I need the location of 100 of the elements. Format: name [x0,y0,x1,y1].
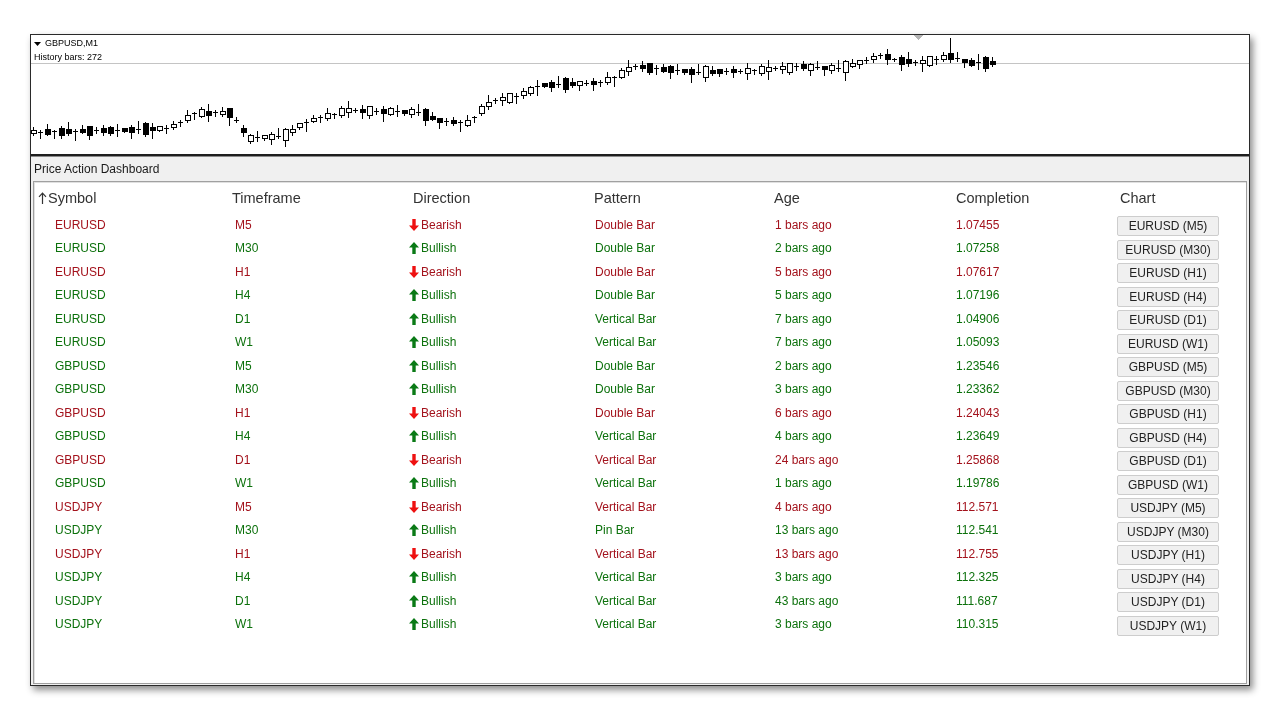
pattern-text: Vertical Bar [595,452,657,467]
symbol-text: USDJPY [55,499,103,514]
age-text: 3 bars ago [775,617,832,632]
completion-price: 1.19786 [956,476,1000,491]
completion-price: 1.23649 [956,429,1000,444]
timeframe-text: W1 [235,617,253,632]
completion-price: 1.23362 [956,382,1000,397]
pattern-text: Double Bar [595,358,656,373]
direction-text: Bearish [421,546,462,561]
pattern-text: Double Bar [595,264,656,279]
timeframe-text: H4 [235,429,251,444]
pattern-text: Pin Bar [595,523,635,538]
pattern-text: Vertical Bar [595,617,657,632]
chart-button[interactable]: GBPUSD (H1) [1117,404,1219,425]
completion-price: 1.23546 [956,358,1000,373]
age-text: 3 bars ago [775,570,832,585]
completion-price: 1.25868 [956,452,1000,467]
symbol-text: USDJPY [55,523,103,538]
timeframe-text: H4 [235,570,251,585]
chart-button[interactable]: GBPUSD (D1) [1117,451,1219,472]
symbol-text: EURUSD [55,264,106,279]
direction-text: Bullish [421,593,457,608]
age-text: 4 bars ago [775,429,832,444]
symbol-text: GBPUSD [55,405,106,420]
timeframe-text: W1 [235,335,253,350]
chart-button[interactable]: GBPUSD (W1) [1117,474,1219,495]
column-header[interactable]: Symbol [38,189,97,206]
chart-button[interactable]: USDJPY (H1) [1117,545,1219,566]
pattern-text: Double Bar [595,405,656,420]
age-text: 2 bars ago [775,358,832,373]
symbol-text: GBPUSD [55,429,106,444]
chart-button[interactable]: USDJPY (H4) [1117,568,1219,589]
chart-button[interactable]: USDJPY (M5) [1117,498,1219,519]
age-text: 43 bars ago [775,593,839,608]
direction-text: Bearish [421,405,462,420]
chart-button[interactable]: EURUSD (D1) [1117,310,1219,331]
column-header[interactable]: Completion [956,189,1030,206]
arrow-down-icon [409,265,419,278]
arrow-up-icon [409,312,419,325]
chart-button[interactable]: EURUSD (M5) [1117,216,1219,237]
timeframe-text: D1 [235,593,251,608]
symbol-text: USDJPY [55,546,103,561]
timeframe-text: W1 [235,476,253,491]
direction-text: Bullish [421,241,457,256]
age-text: 2 bars ago [775,241,832,256]
direction-text: Bullish [421,617,457,632]
arrow-up-icon [409,430,419,443]
direction-text: Bullish [421,382,457,397]
chart-button[interactable]: USDJPY (D1) [1117,592,1219,613]
column-header[interactable]: Age [774,189,800,206]
pattern-text: Vertical Bar [595,593,657,608]
column-header[interactable]: Direction [413,189,471,206]
completion-price: 1.05093 [956,335,1000,350]
symbol-text: EURUSD [55,311,106,326]
completion-price: 1.07455 [956,217,1000,232]
arrow-down-icon [409,218,419,231]
chart-button[interactable]: GBPUSD (M30) [1117,380,1219,401]
symbol-text: GBPUSD [55,452,106,467]
chart-button[interactable]: EURUSD (H4) [1117,286,1219,307]
symbol-text: USDJPY [55,593,103,608]
age-text: 13 bars ago [775,546,839,561]
column-header[interactable]: Chart [1120,189,1156,206]
column-header[interactable]: Timeframe [232,189,301,206]
arrow-up-icon [409,359,419,372]
arrow-down-icon [409,406,419,419]
chart-button[interactable]: EURUSD (W1) [1117,333,1219,354]
symbol-text: EURUSD [55,335,106,350]
arrow-down-icon [409,453,419,466]
timeframe-text: M30 [235,382,259,397]
chart-button[interactable]: EURUSD (M30) [1117,239,1219,260]
pattern-text: Vertical Bar [595,546,657,561]
age-text: 1 bars ago [775,217,832,232]
age-text: 5 bars ago [775,288,832,303]
timeframe-text: M5 [235,358,252,373]
direction-text: Bullish [421,523,457,538]
symbol-text: GBPUSD [55,476,106,491]
pattern-text: Vertical Bar [595,570,657,585]
completion-price: 1.07258 [956,241,1000,256]
chart-button[interactable]: EURUSD (H1) [1117,263,1219,284]
completion-price: 1.04906 [956,311,1000,326]
timeframe-text: M5 [235,217,252,232]
age-text: 4 bars ago [775,499,832,514]
pattern-text: Double Bar [595,241,656,256]
chart-button[interactable]: USDJPY (M30) [1117,521,1219,542]
arrow-up-icon [409,618,419,631]
chart-button[interactable]: GBPUSD (H4) [1117,427,1219,448]
chart-button[interactable]: USDJPY (W1) [1117,615,1219,636]
direction-text: Bearish [421,499,462,514]
pattern-text: Vertical Bar [595,476,657,491]
completion-price: 1.07196 [956,288,1000,303]
completion-price: 1.24043 [956,405,1000,420]
column-header[interactable]: Pattern [594,189,641,206]
arrow-up-icon [409,336,419,349]
arrow-up-icon [409,289,419,302]
symbol-text: USDJPY [55,570,103,585]
chart-button[interactable]: GBPUSD (M5) [1117,357,1219,378]
panel-title: Price Action Dashboard [34,162,160,176]
direction-text: Bullish [421,476,457,491]
age-text: 1 bars ago [775,476,832,491]
age-text: 13 bars ago [775,523,839,538]
